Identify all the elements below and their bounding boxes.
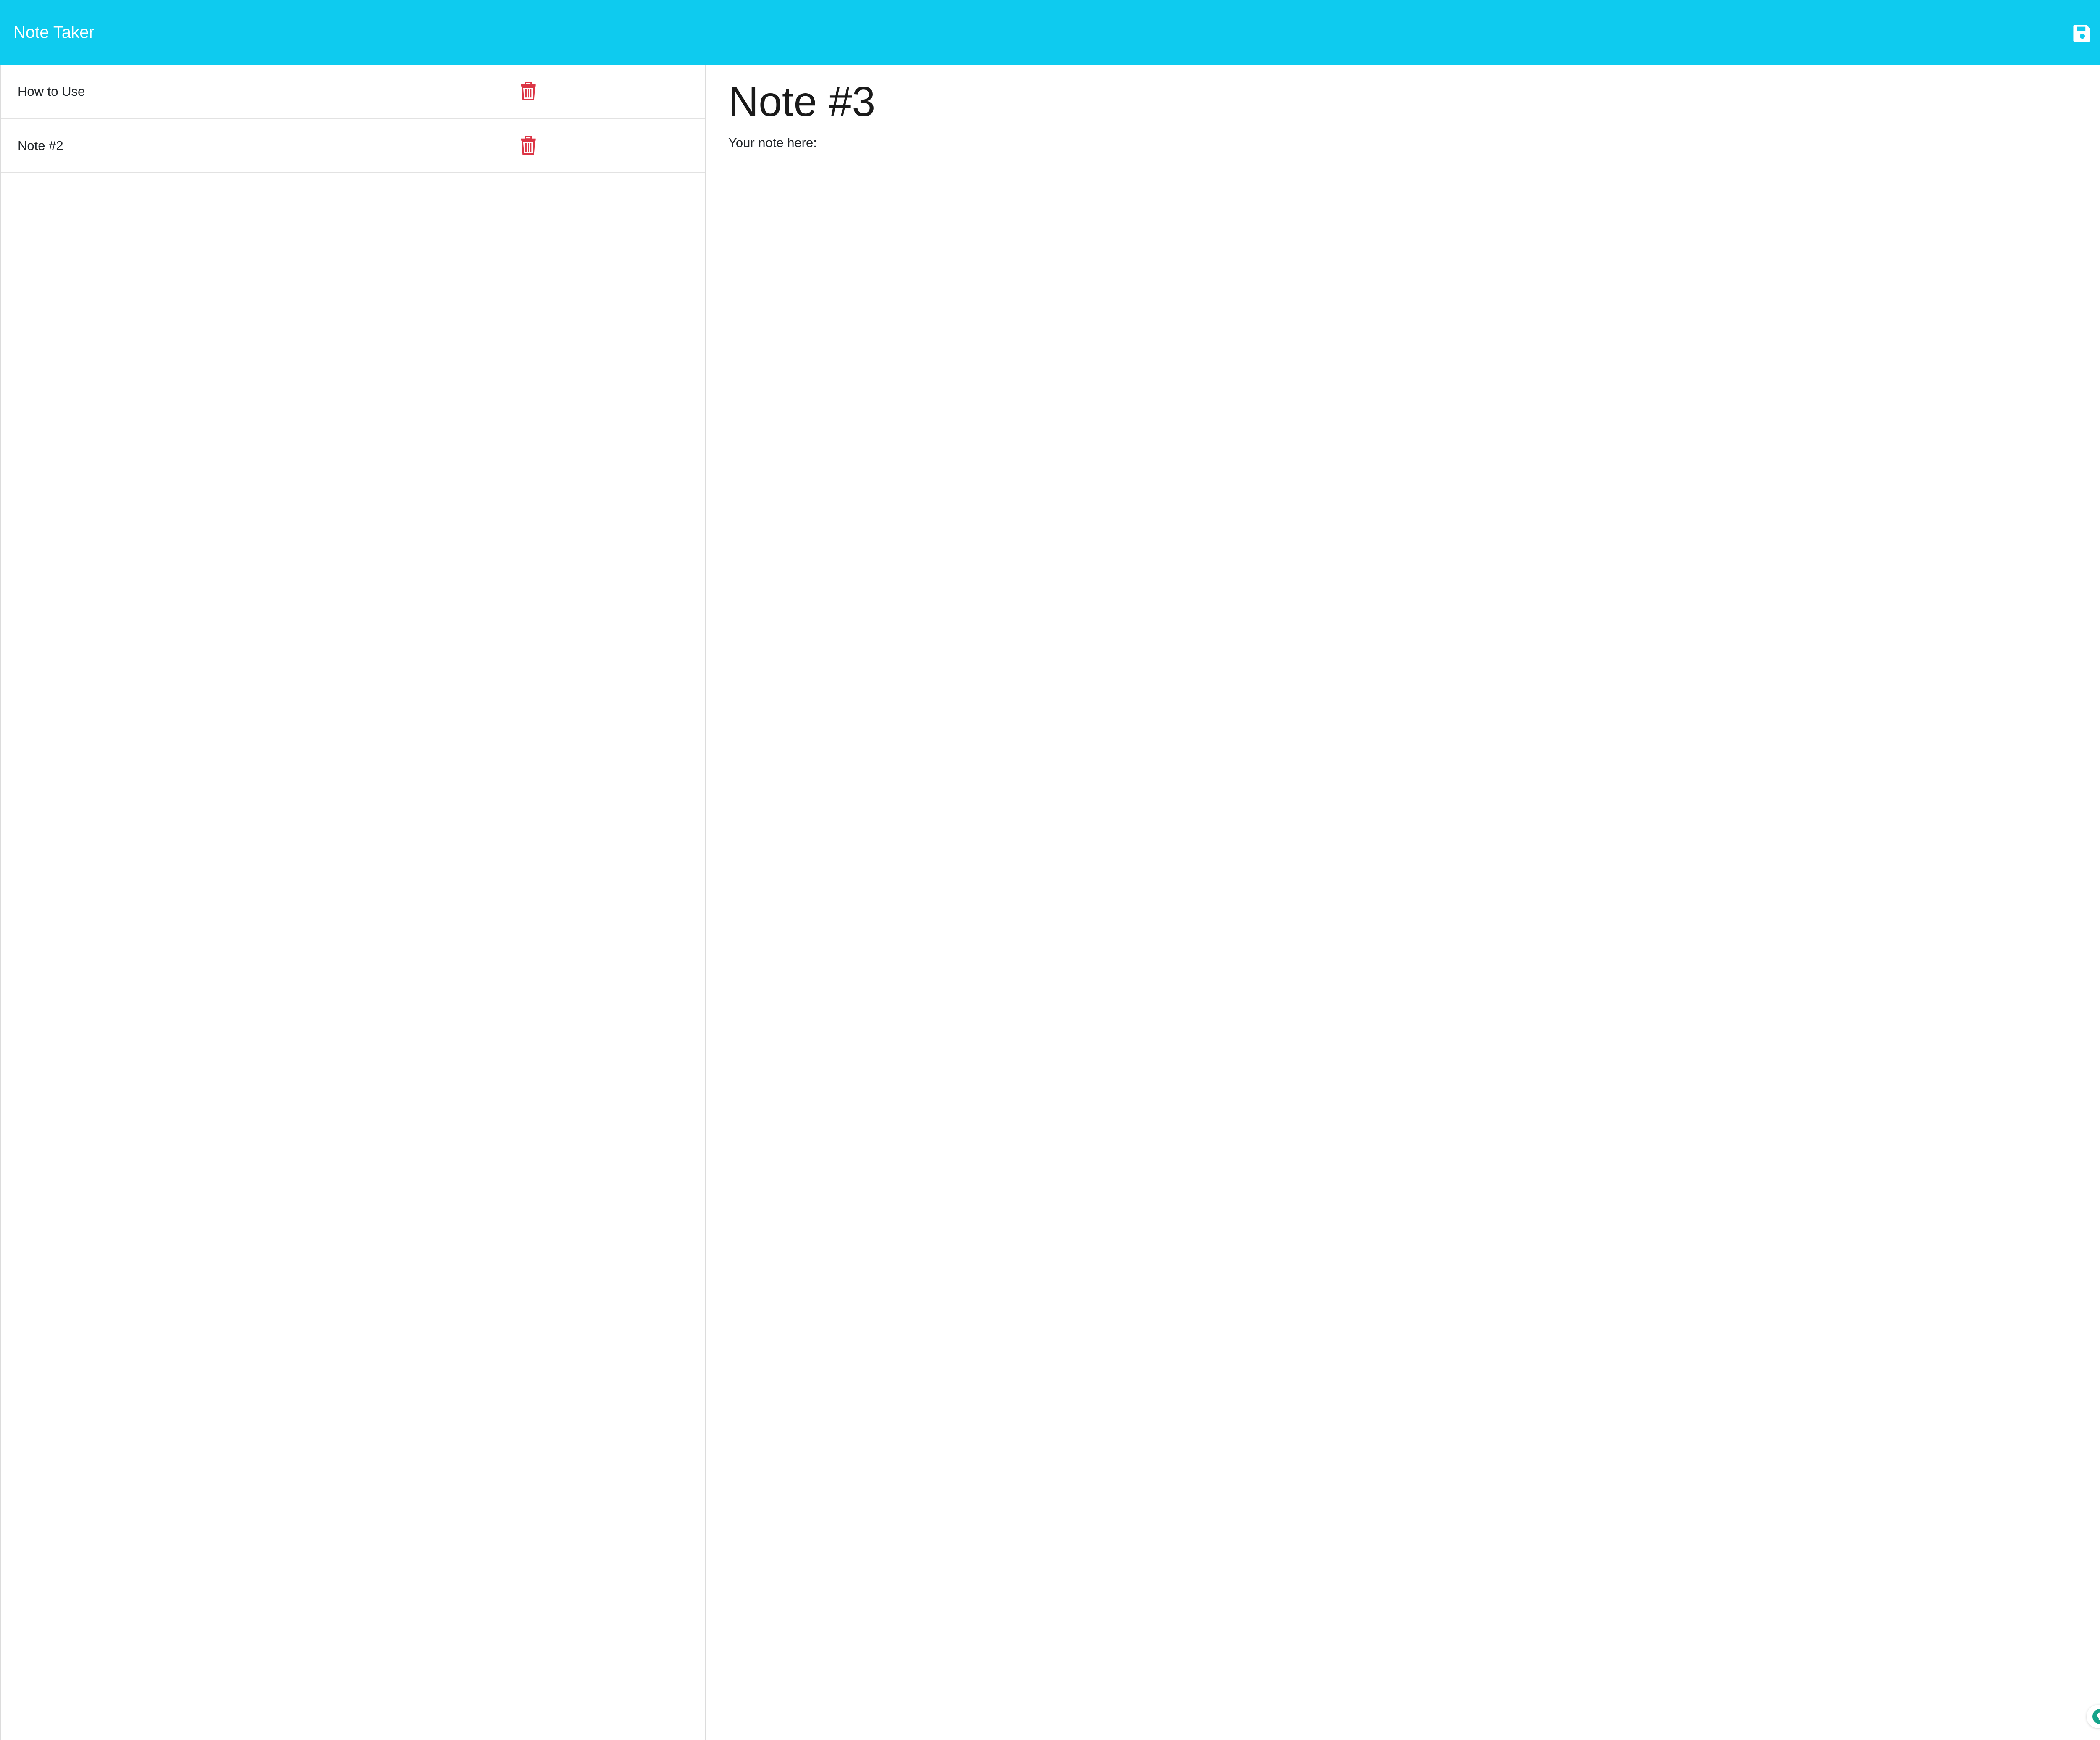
app-brand[interactable]: Note Taker bbox=[13, 0, 94, 65]
note-list-item-note-2[interactable]: Note #2 bbox=[1, 119, 705, 173]
save-note-button[interactable] bbox=[2066, 17, 2098, 49]
navbar: Note Taker bbox=[0, 0, 2100, 65]
note-title-input[interactable]: Note #3 bbox=[728, 74, 875, 129]
note-list-sidebar: How to Use Note #2 bbox=[0, 65, 706, 1740]
trash-icon[interactable] bbox=[520, 136, 536, 155]
lightbulb-icon bbox=[2092, 1709, 2100, 1724]
note-list-item-how-to-use[interactable]: How to Use bbox=[1, 65, 705, 119]
note-text-area[interactable]: Your note here: bbox=[728, 134, 817, 151]
note-editor: Note #3 Your note here: bbox=[706, 65, 2100, 1740]
note-title[interactable]: How to Use bbox=[18, 65, 85, 118]
trash-icon[interactable] bbox=[520, 82, 536, 100]
floppy-disk-icon bbox=[2073, 25, 2090, 42]
note-title[interactable]: Note #2 bbox=[18, 119, 63, 172]
note-list: How to Use Note #2 bbox=[1, 65, 705, 173]
